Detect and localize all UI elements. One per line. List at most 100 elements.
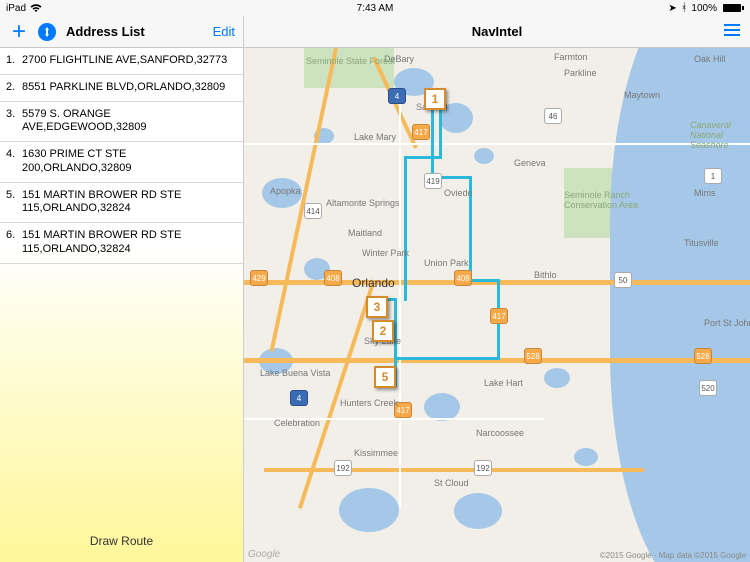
- city-label: Oviedo: [444, 188, 473, 198]
- route-line: [404, 156, 407, 301]
- road-shield: 528: [524, 348, 542, 364]
- route-line: [404, 156, 442, 159]
- road-shield: 408: [454, 270, 472, 286]
- road-shield: 192: [474, 460, 492, 476]
- list-item[interactable]: 1. 2700 FLIGHTLINE AVE,SANFORD,32773: [0, 48, 243, 75]
- battery-pct: 100%: [691, 3, 717, 14]
- park-label: Seminole State Forest: [306, 56, 395, 66]
- list-item[interactable]: 6. 151 MARTIN BROWER RD STE 115,ORLANDO,…: [0, 223, 243, 264]
- route-line: [394, 298, 397, 360]
- map-marker[interactable]: 3: [366, 296, 388, 318]
- road-minor: [244, 143, 750, 145]
- sidebar-title: Address List: [66, 24, 213, 39]
- city-label: Narcoossee: [476, 428, 524, 438]
- item-number: 1.: [6, 54, 22, 68]
- clock: 7:43 AM: [357, 3, 394, 14]
- bluetooth-icon: ᚼ: [681, 2, 688, 14]
- road-shield: 46: [544, 108, 562, 124]
- map-header: NavIntel: [244, 16, 750, 48]
- device-name: iPad: [6, 3, 26, 14]
- item-address: 1630 PRIME CT STE 200,ORLANDO,32809: [22, 148, 235, 176]
- location-icon: ➤: [668, 3, 676, 14]
- road-shield: 419: [424, 173, 442, 189]
- road-shield: 429: [250, 270, 268, 286]
- water: [424, 393, 460, 421]
- road-shield: 50: [614, 272, 632, 288]
- map-title: NavIntel: [472, 24, 523, 39]
- add-button[interactable]: +: [8, 18, 30, 46]
- park-label: Canaveral National Seashore: [690, 120, 750, 150]
- city-label: Lake Mary: [354, 132, 396, 142]
- list-item[interactable]: 5. 151 MARTIN BROWER RD STE 115,ORLANDO,…: [0, 183, 243, 224]
- city-label: Lake Hart: [484, 378, 523, 388]
- road-shield: 192: [334, 460, 352, 476]
- city-label: St Cloud: [434, 478, 469, 488]
- city-label: Celebration: [274, 418, 320, 428]
- address-list: 1. 2700 FLIGHTLINE AVE,SANFORD,32773 2. …: [0, 48, 243, 524]
- item-address: 151 MARTIN BROWER RD STE 115,ORLANDO,328…: [22, 229, 235, 257]
- city-label: Port St John: [704, 318, 750, 328]
- city-label: Maytown: [624, 90, 660, 100]
- road-shield: 417: [412, 124, 430, 140]
- list-item[interactable]: 2. 8551 PARKLINE BLVD,ORLANDO,32809: [0, 75, 243, 102]
- route-line: [431, 108, 434, 178]
- city-label: Titusville: [684, 238, 719, 248]
- google-logo: Google: [248, 549, 280, 560]
- road-shield: 408: [324, 270, 342, 286]
- map-marker[interactable]: 1: [424, 88, 446, 110]
- road-shield: 414: [304, 203, 322, 219]
- map-attribution: ©2015 Google - Map data ©2015 Google: [600, 551, 746, 560]
- map-marker[interactable]: 2: [372, 320, 394, 342]
- park-label: Seminole Ranch Conservation Area: [564, 190, 644, 210]
- battery-icon: [721, 4, 744, 12]
- wifi-icon: [30, 3, 42, 13]
- list-item[interactable]: 4. 1630 PRIME CT STE 200,ORLANDO,32809: [0, 142, 243, 183]
- info-button[interactable]: [38, 23, 56, 41]
- city-label: Orlando: [352, 276, 395, 290]
- city-label: Mims: [694, 188, 716, 198]
- map-canvas[interactable]: 4 4 417 417 417 408 408 528 528 429 414 …: [244, 48, 750, 562]
- road-shield: 520: [699, 380, 717, 396]
- list-view-button[interactable]: [724, 23, 740, 41]
- item-number: 5.: [6, 189, 22, 217]
- sidebar-header: + Address List Edit: [0, 16, 243, 48]
- city-label: Kissimmee: [354, 448, 398, 458]
- status-bar: iPad 7:43 AM ➤ ᚼ 100%: [0, 0, 750, 16]
- water: [454, 493, 502, 529]
- item-number: 6.: [6, 229, 22, 257]
- road-shield: 4: [290, 390, 308, 406]
- item-address: 2700 FLIGHTLINE AVE,SANFORD,32773: [22, 54, 235, 68]
- item-address: 5579 S. ORANGE AVE,EDGEWOOD,32809: [22, 108, 235, 136]
- city-label: Hunters Creek: [340, 398, 398, 408]
- water: [574, 448, 598, 466]
- city-label: Lake Buena Vista: [260, 368, 330, 378]
- water: [339, 488, 399, 532]
- map-marker[interactable]: 5: [374, 366, 396, 388]
- city-label: Altamonte Springs: [326, 198, 400, 208]
- city-label: Oak Hill: [694, 54, 726, 64]
- list-icon: [724, 24, 740, 36]
- city-label: Union Park: [424, 258, 469, 268]
- road-shield: 417: [490, 308, 508, 324]
- city-label: Parkline: [564, 68, 597, 78]
- water: [474, 148, 494, 164]
- updown-icon: [42, 27, 52, 37]
- edit-button[interactable]: Edit: [213, 24, 235, 39]
- draw-route-button[interactable]: Draw Route: [0, 524, 243, 562]
- item-address: 151 MARTIN BROWER RD STE 115,ORLANDO,328…: [22, 189, 235, 217]
- city-label: Farmton: [554, 52, 588, 62]
- city-label: Winter Park: [362, 248, 409, 258]
- city-label: Geneva: [514, 158, 546, 168]
- road-shield: 1: [704, 168, 722, 184]
- item-number: 4.: [6, 148, 22, 176]
- city-label: Bithlo: [534, 270, 557, 280]
- road-shield: 528: [694, 348, 712, 364]
- item-number: 2.: [6, 81, 22, 95]
- road: [264, 468, 644, 472]
- water: [544, 368, 570, 388]
- list-item[interactable]: 3. 5579 S. ORANGE AVE,EDGEWOOD,32809: [0, 102, 243, 143]
- item-address: 8551 PARKLINE BLVD,ORLANDO,32809: [22, 81, 235, 95]
- item-number: 3.: [6, 108, 22, 136]
- map-pane: NavIntel: [244, 16, 750, 562]
- route-line: [469, 279, 499, 282]
